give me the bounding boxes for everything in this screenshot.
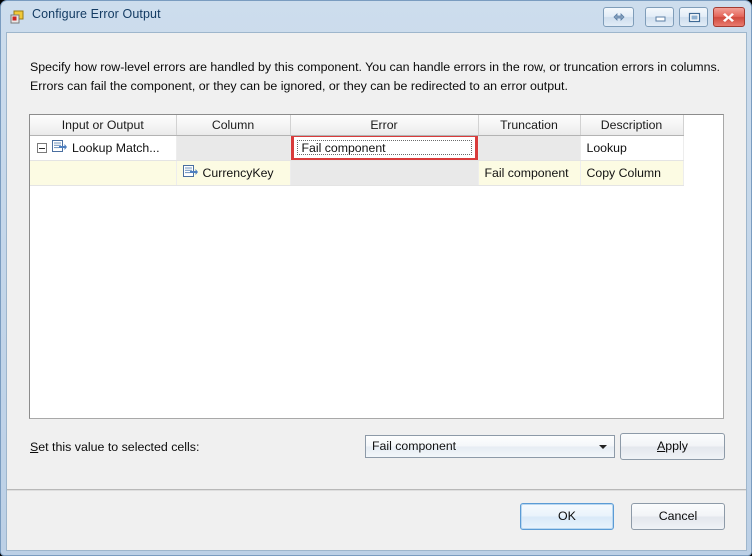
apply-button[interactable]: Apply: [620, 433, 725, 460]
component-icon: [10, 10, 26, 25]
cell-text: Fail component: [296, 140, 472, 155]
close-icon: [723, 13, 734, 22]
cell-truncation[interactable]: Fail component: [478, 160, 581, 186]
maximize-button[interactable]: [679, 7, 708, 27]
chevron-down-icon[interactable]: [599, 445, 607, 449]
cancel-button[interactable]: Cancel: [631, 503, 725, 530]
column-header-error[interactable]: Error: [290, 115, 479, 136]
column-header-description[interactable]: Description: [580, 115, 684, 136]
output-arrow-icon: [52, 140, 67, 156]
apply-rest: pply: [665, 439, 688, 454]
set-value-label: Set this value to selected cells:: [30, 440, 199, 454]
minimize-button[interactable]: [645, 7, 674, 27]
value-dropdown-text: Fail component: [372, 439, 457, 453]
cell-text: CurrencyKey: [202, 166, 274, 180]
table-row[interactable]: Lookup Match... Fail component Lookup: [30, 135, 684, 161]
cell-description[interactable]: Lookup: [580, 135, 684, 161]
resize-arrows-button[interactable]: [603, 7, 634, 27]
cell-input-or-output[interactable]: Lookup Match...: [30, 135, 177, 161]
cell-text: Lookup Match...: [72, 141, 160, 155]
grid-header-row: Input or Output Column Error Truncation …: [30, 115, 684, 136]
cell-truncation[interactable]: [478, 135, 581, 161]
collapse-minus-icon[interactable]: [37, 143, 47, 153]
column-arrow-icon: [182, 165, 198, 181]
window-title: Configure Error Output: [32, 7, 161, 21]
cell-error-selected[interactable]: Fail component: [290, 135, 479, 161]
minimize-icon: [655, 16, 665, 22]
grid-table: Input or Output Column Error Truncation …: [30, 115, 684, 186]
instruction-text: Specify how row-level errors are handled…: [30, 60, 721, 94]
footer-divider: [7, 489, 746, 491]
cell-column[interactable]: [176, 135, 291, 161]
resize-arrows-icon: [612, 13, 625, 21]
cell-input-or-output[interactable]: [30, 160, 177, 186]
maximize-icon: [688, 12, 700, 23]
error-output-grid[interactable]: Input or Output Column Error Truncation …: [29, 114, 724, 419]
title-bar[interactable]: Configure Error Output: [1, 1, 752, 32]
dialog-window: Configure Error Output Specify how row-l…: [0, 0, 752, 556]
column-header-column[interactable]: Column: [176, 115, 291, 136]
cell-column[interactable]: CurrencyKey: [176, 160, 291, 186]
set-value-rest: et this value to selected cells:: [38, 440, 200, 454]
cell-error[interactable]: [290, 160, 479, 186]
column-header-truncation[interactable]: Truncation: [478, 115, 581, 136]
close-button[interactable]: [713, 7, 745, 27]
value-dropdown[interactable]: Fail component: [365, 435, 615, 458]
selection-border: Fail component: [290, 135, 477, 160]
cell-description[interactable]: Copy Column: [580, 160, 684, 186]
table-row[interactable]: CurrencyKey Fail component Copy Column: [30, 160, 684, 186]
column-header-input-or-output[interactable]: Input or Output: [30, 115, 177, 136]
ok-button[interactable]: OK: [520, 503, 614, 530]
